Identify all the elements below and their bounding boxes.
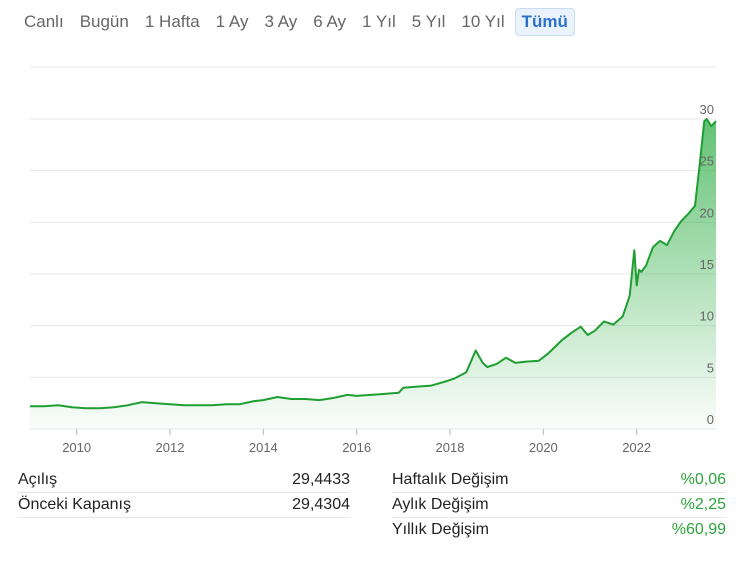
stat-value: %0,06 bbox=[680, 471, 726, 488]
x-tick-label: 2020 bbox=[529, 440, 558, 455]
x-tick-label: 2018 bbox=[436, 440, 465, 455]
price-chart[interactable]: 2010 2012 2014 2016 2018 2020 2022 0 5 10 15 20 25 3… bbox=[0, 55, 740, 461]
stat-open: Açılış 29,4433 bbox=[18, 468, 350, 493]
x-tick-label: 2014 bbox=[249, 440, 278, 455]
x-tick-label: 2022 bbox=[622, 440, 651, 455]
tab-live[interactable]: Canlı bbox=[18, 8, 70, 36]
y-tick-label: 30 bbox=[700, 102, 714, 117]
tab-1-week[interactable]: 1 Hafta bbox=[139, 8, 206, 36]
stat-label: Haftalık Değişim bbox=[392, 471, 509, 488]
stat-label: Önceki Kapanış bbox=[18, 496, 131, 513]
range-tabs: Canlı Bugün 1 Hafta 1 Ay 3 Ay 6 Ay 1 Yıl… bbox=[18, 6, 579, 38]
stat-label: Açılış bbox=[18, 471, 58, 488]
stat-value: 29,4433 bbox=[292, 471, 350, 488]
stat-value: %60,99 bbox=[671, 521, 726, 538]
tab-1-year[interactable]: 1 Yıl bbox=[356, 8, 402, 36]
tab-6-months[interactable]: 6 Ay bbox=[307, 8, 352, 36]
tab-10-years[interactable]: 10 Yıl bbox=[455, 8, 510, 36]
stat-value: %2,25 bbox=[680, 496, 726, 513]
stat-prev-close: Önceki Kapanış 29,4304 bbox=[18, 493, 350, 518]
x-axis: 2010 2012 2014 2016 2018 2020 2022 bbox=[62, 429, 651, 455]
x-tick-label: 2010 bbox=[62, 440, 91, 455]
x-tick-label: 2012 bbox=[156, 440, 185, 455]
stat-label: Yıllık Değişim bbox=[392, 521, 489, 538]
tab-1-month[interactable]: 1 Ay bbox=[210, 8, 255, 36]
tab-5-years[interactable]: 5 Yıl bbox=[406, 8, 452, 36]
stat-yearly-change: Yıllık Değişim %60,99 bbox=[392, 518, 726, 542]
tab-today[interactable]: Bugün bbox=[74, 8, 135, 36]
tab-3-months[interactable]: 3 Ay bbox=[258, 8, 303, 36]
stat-monthly-change: Aylık Değişim %2,25 bbox=[392, 493, 726, 518]
tab-all[interactable]: Tümü bbox=[514, 8, 575, 36]
y-tick-label: 20 bbox=[700, 205, 714, 220]
y-tick-label: 25 bbox=[700, 154, 714, 169]
stat-weekly-change: Haftalık Değişim %0,06 bbox=[392, 468, 726, 493]
stat-label: Aylık Değişim bbox=[392, 496, 489, 513]
x-tick-label: 2016 bbox=[342, 440, 371, 455]
y-tick-label: 15 bbox=[700, 257, 714, 272]
y-tick-label: 5 bbox=[707, 360, 714, 375]
y-tick-label: 10 bbox=[700, 309, 714, 324]
y-tick-label: 0 bbox=[707, 412, 714, 427]
stat-value: 29,4304 bbox=[292, 496, 350, 513]
